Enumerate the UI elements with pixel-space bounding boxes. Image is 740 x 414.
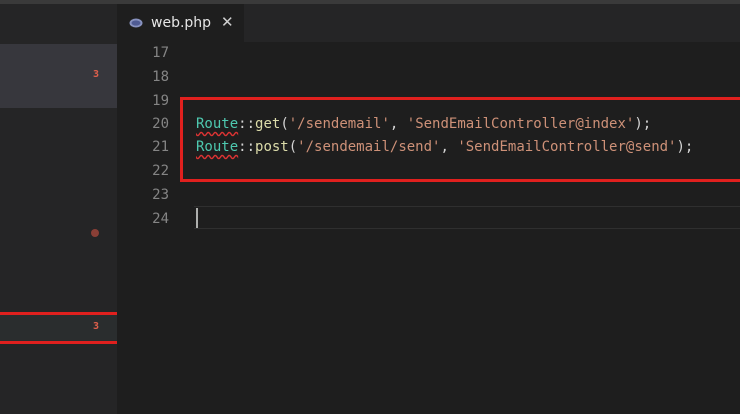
line-number: 21 bbox=[152, 139, 169, 155]
php-file-icon bbox=[129, 18, 143, 28]
tab-label: web.php bbox=[151, 15, 212, 31]
current-line-highlight bbox=[194, 206, 740, 229]
code-highlight-box bbox=[180, 97, 740, 182]
tab-bar: web.php ✕ bbox=[117, 4, 740, 42]
line-number: 24 bbox=[152, 211, 169, 227]
code-editor[interactable]: 17 18 19 20 21 22 23 24 Route::get('/sen… bbox=[117, 42, 740, 414]
line-number: 20 bbox=[152, 116, 169, 132]
line-number: 19 bbox=[152, 93, 169, 109]
line-number: 18 bbox=[152, 69, 169, 85]
sidebar-highlight-box bbox=[0, 312, 128, 344]
line-number: 23 bbox=[152, 187, 169, 203]
modified-dot-icon bbox=[91, 229, 99, 237]
tab-web-php[interactable]: web.php ✕ bbox=[117, 4, 244, 42]
line-number: 17 bbox=[152, 45, 169, 61]
sidebar-item-selected[interactable] bbox=[0, 44, 117, 108]
line-number: 22 bbox=[152, 163, 169, 179]
problem-count-badge: 3 bbox=[93, 69, 100, 80]
close-icon[interactable]: ✕ bbox=[221, 13, 234, 31]
text-cursor bbox=[196, 208, 198, 228]
